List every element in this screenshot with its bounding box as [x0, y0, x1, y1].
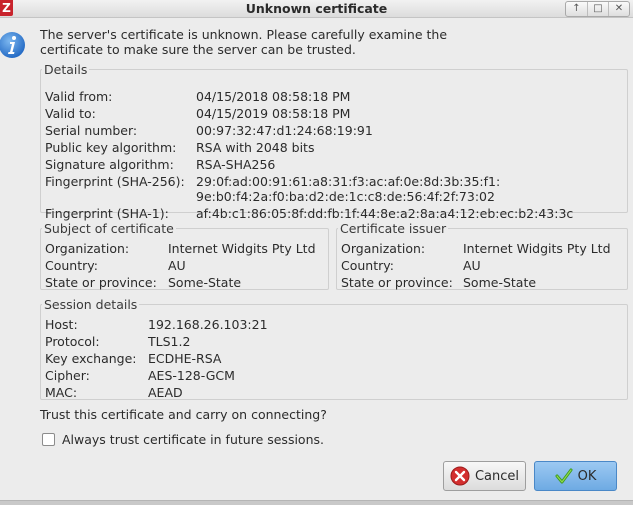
issuer-label: State or province:: [341, 275, 453, 290]
detail-label: Signature algorithm:: [45, 157, 174, 172]
detail-label: Public key algorithm:: [45, 140, 177, 155]
ok-button[interactable]: OK: [534, 461, 617, 491]
session-label: Cipher:: [45, 368, 90, 383]
subject-group: Subject of certificate Organization: Int…: [40, 222, 329, 290]
subject-legend: Subject of certificate: [44, 221, 174, 236]
detail-value-line2: 9e:b0:f4:2a:f0:ba:d2:de:1c:c8:de:56:4f:2…: [196, 189, 495, 204]
session-label: MAC:: [45, 385, 78, 400]
always-trust-label[interactable]: Always trust certificate in future sessi…: [62, 432, 324, 447]
session-label: Key exchange:: [45, 351, 137, 366]
info-icon: [0, 32, 25, 58]
detail-value: RSA-SHA256: [196, 157, 276, 172]
maximize-icon[interactable]: □: [587, 2, 608, 16]
detail-label: Valid to:: [45, 106, 96, 121]
warning-message: The server's certificate is unknown. Ple…: [40, 27, 448, 57]
issuer-value: AU: [463, 258, 481, 273]
background-window-edge: [0, 500, 633, 505]
issuer-label: Organization:: [341, 241, 426, 256]
detail-label: Fingerprint (SHA-256):: [45, 174, 185, 189]
trust-question: Trust this certificate and carry on conn…: [40, 407, 327, 422]
keep-above-icon[interactable]: ↑: [566, 2, 587, 16]
session-legend: Session details: [44, 297, 138, 312]
always-trust-checkbox[interactable]: [42, 432, 55, 446]
subject-label: Country:: [45, 258, 98, 273]
session-value: AES-128-GCM: [148, 368, 235, 383]
close-icon[interactable]: ✕: [608, 2, 629, 16]
detail-value: 00:97:32:47:d1:24:68:19:91: [196, 123, 373, 138]
detail-label: Valid from:: [45, 89, 113, 104]
checkmark-icon: [555, 467, 573, 485]
subject-label: State or province:: [45, 275, 157, 290]
cancel-button-label: Cancel: [474, 468, 520, 484]
detail-label: Serial number:: [45, 123, 138, 138]
issuer-value: Some-State: [463, 275, 537, 290]
ok-button-label: OK: [577, 468, 597, 484]
session-value: 192.168.26.103:21: [148, 317, 268, 332]
cancel-icon: [450, 466, 470, 486]
session-value: AEAD: [148, 385, 183, 400]
issuer-legend: Certificate issuer: [340, 221, 447, 236]
session-value: TLS1.2: [148, 334, 191, 349]
window-title: Unknown certificate: [245, 1, 388, 16]
detail-value: 04/15/2019 08:58:18 PM: [196, 106, 351, 121]
issuer-value: Internet Widgits Pty Ltd: [463, 241, 611, 256]
details-legend: Details: [44, 62, 88, 77]
subject-value: Internet Widgits Pty Ltd: [168, 241, 316, 256]
subject-label: Organization:: [45, 241, 130, 256]
always-trust-option[interactable]: Always trust certificate in future sessi…: [42, 431, 324, 447]
detail-value: 04/15/2018 08:58:18 PM: [196, 89, 351, 104]
session-label: Host:: [45, 317, 78, 332]
title-bar[interactable]: Z Unknown certificate ↑ □ ✕: [0, 0, 633, 18]
subject-value: AU: [168, 258, 186, 273]
detail-label: Fingerprint (SHA-1):: [45, 206, 169, 221]
session-label: Protocol:: [45, 334, 100, 349]
certificate-dialog: Z Unknown certificate ↑ □ ✕ The server's…: [0, 0, 633, 500]
issuer-label: Country:: [341, 258, 394, 273]
details-group: Details Valid from: 04/15/2018 08:58:18 …: [40, 62, 628, 221]
subject-value: Some-State: [168, 275, 242, 290]
session-value: ECDHE-RSA: [148, 351, 222, 366]
detail-value: RSA with 2048 bits: [196, 140, 315, 155]
issuer-group: Certificate issuer Organization: Interne…: [336, 222, 628, 290]
detail-value: 29:0f:ad:00:91:61:a8:31:f3:ac:af:0e:8d:3…: [196, 174, 501, 189]
session-group: Session details Host: 192.168.26.103:21 …: [40, 298, 628, 400]
cancel-button[interactable]: Cancel: [443, 461, 526, 491]
window-controls: ↑ □ ✕: [565, 1, 630, 17]
detail-value: af:4b:c1:86:05:8f:dd:fb:1f:44:8e:a2:8a:a…: [196, 206, 574, 221]
